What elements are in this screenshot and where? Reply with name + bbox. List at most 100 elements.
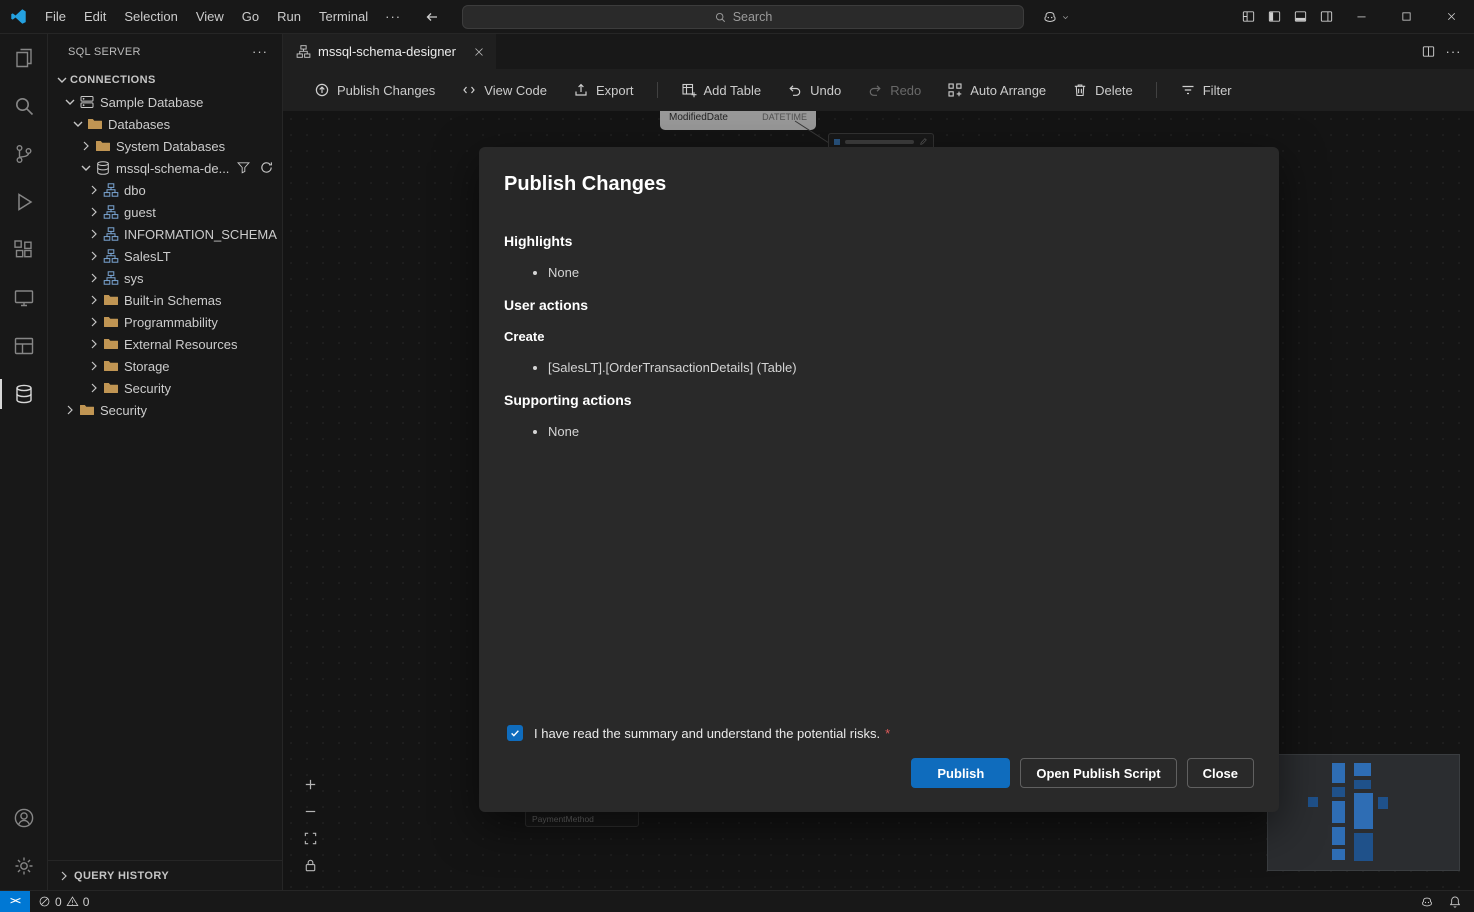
tree-item-dbo[interactable]: dbo xyxy=(48,179,282,201)
toggle-sidebar-left-icon[interactable] xyxy=(1261,0,1287,34)
view-code-icon xyxy=(461,82,477,98)
minimap-table-block xyxy=(1354,833,1373,861)
create-item: [SalesLT].[OrderTransactionDetails] (Tab… xyxy=(548,359,1254,377)
activity-search-icon[interactable] xyxy=(0,82,48,130)
toggle-panel-bottom-icon[interactable] xyxy=(1287,0,1313,34)
split-editor-icon[interactable] xyxy=(1416,35,1441,69)
window-close-button[interactable] xyxy=(1429,0,1474,34)
vscode-logo-icon xyxy=(0,8,36,25)
sidebar-more-actions-button[interactable]: ··· xyxy=(252,44,268,59)
activity-extensions-icon[interactable] xyxy=(0,226,48,274)
toolbar-add-table-button[interactable]: Add Table xyxy=(668,76,775,104)
toolbar-publish-changes-button[interactable]: Publish Changes xyxy=(301,76,448,104)
copilot-status-icon[interactable] xyxy=(1420,895,1434,909)
tree-item-saleslt[interactable]: SalesLT xyxy=(48,245,282,267)
menu-terminal[interactable]: Terminal xyxy=(310,0,377,34)
create-heading: Create xyxy=(504,329,1254,344)
tree-item-built-in-schemas[interactable]: Built-in Schemas xyxy=(48,289,282,311)
menubar-more-button[interactable]: ··· xyxy=(377,9,409,24)
toolbar-label: Auto Arrange xyxy=(970,83,1046,98)
schema-icon xyxy=(103,182,119,198)
activity-run-and-debug-icon[interactable] xyxy=(0,178,48,226)
close-button[interactable]: Close xyxy=(1187,758,1254,788)
toolbar-undo-button[interactable]: Undo xyxy=(774,76,854,104)
fit-view-icon[interactable] xyxy=(301,829,319,847)
toggle-sidebar-right-icon[interactable] xyxy=(1313,0,1339,34)
user-actions-heading: User actions xyxy=(504,297,1254,313)
tree-item-security[interactable]: Security xyxy=(48,399,282,421)
chevron-down-icon xyxy=(1061,13,1070,22)
chevron-right-icon xyxy=(86,204,102,220)
dialog-title: Publish Changes xyxy=(504,173,1254,196)
tree-item-connections[interactable]: CONNECTIONS xyxy=(48,69,282,91)
tree-item-sample-database[interactable]: Sample Database xyxy=(48,91,282,113)
tree-item-label: CONNECTIONS xyxy=(70,74,156,86)
tree-item-mssql-schema-de[interactable]: mssql-schema-de... xyxy=(48,157,282,179)
window-maximize-button[interactable] xyxy=(1384,0,1429,34)
risk-acknowledgement-label: I have read the summary and understand t… xyxy=(534,726,880,741)
filter-icon[interactable] xyxy=(236,160,252,176)
tree-item-security[interactable]: Security xyxy=(48,377,282,399)
diagram-minimap[interactable] xyxy=(1267,754,1460,871)
zoom-in-icon[interactable] xyxy=(301,775,319,793)
tree-item-programmability[interactable]: Programmability xyxy=(48,311,282,333)
tree-item-label: SalesLT xyxy=(124,249,171,264)
toolbar-redo-button[interactable]: Redo xyxy=(854,76,934,104)
toolbar-filter-button[interactable]: Filter xyxy=(1167,76,1245,104)
back-arrow-icon[interactable] xyxy=(421,6,443,28)
delete-icon xyxy=(1072,82,1088,98)
settings-icon[interactable] xyxy=(0,842,48,890)
toolbar-label: Delete xyxy=(1095,83,1133,98)
tab-close-icon[interactable] xyxy=(472,45,486,59)
toolbar-delete-button[interactable]: Delete xyxy=(1059,76,1146,104)
refresh-icon[interactable] xyxy=(259,160,275,176)
window-minimize-button[interactable] xyxy=(1339,0,1384,34)
menu-run[interactable]: Run xyxy=(268,0,310,34)
account-icon[interactable] xyxy=(0,794,48,842)
command-center-search[interactable]: Search xyxy=(462,5,1024,29)
copilot-button[interactable] xyxy=(1036,5,1076,29)
tree-item-guest[interactable]: guest xyxy=(48,201,282,223)
minimap-table-block xyxy=(1332,763,1345,783)
open-publish-script-button[interactable]: Open Publish Script xyxy=(1020,758,1176,788)
activity-remote-explorer-icon[interactable] xyxy=(0,274,48,322)
customize-layout-icon[interactable] xyxy=(1235,0,1261,34)
remote-indicator[interactable]: >< xyxy=(0,891,30,912)
tree-item-sys[interactable]: sys xyxy=(48,267,282,289)
activity-source-control-icon[interactable] xyxy=(0,130,48,178)
tree-item-databases[interactable]: Databases xyxy=(48,113,282,135)
menu-selection[interactable]: Selection xyxy=(115,0,186,34)
activity-explorer-icon[interactable] xyxy=(0,34,48,82)
toolbar-view-code-button[interactable]: View Code xyxy=(448,76,560,104)
tree-item-information-schema[interactable]: INFORMATION_SCHEMA xyxy=(48,223,282,245)
toolbar-auto-arrange-button[interactable]: Auto Arrange xyxy=(934,76,1059,104)
problems-status[interactable]: 0 0 xyxy=(30,895,97,909)
menu-view[interactable]: View xyxy=(187,0,233,34)
schema-designer-canvas[interactable]: ModifiedDate DATETIME PaymentMethod xyxy=(283,111,1474,890)
toolbar-label: Publish Changes xyxy=(337,83,435,98)
publish-changes-icon xyxy=(314,82,330,98)
menu-edit[interactable]: Edit xyxy=(75,0,115,34)
notifications-bell-icon[interactable] xyxy=(1448,895,1462,909)
editor-more-actions-icon[interactable]: ··· xyxy=(1441,35,1466,69)
publish-button[interactable]: Publish xyxy=(911,758,1010,788)
dialog-buttons: Publish Open Publish Script Close xyxy=(504,758,1254,788)
activity-panel-layout-icon[interactable] xyxy=(0,322,48,370)
query-history-section[interactable]: QUERY HISTORY xyxy=(48,860,282,890)
tab-mssql-schema-designer[interactable]: mssql-schema-designer xyxy=(283,34,496,69)
toolbar-export-button[interactable]: Export xyxy=(560,76,647,104)
tree-item-system-databases[interactable]: System Databases xyxy=(48,135,282,157)
tab-bar-actions: ··· xyxy=(1416,34,1474,69)
risk-acknowledgement-checkbox[interactable] xyxy=(507,725,523,741)
activity-sql-server-icon[interactable] xyxy=(0,370,48,418)
zoom-out-icon[interactable] xyxy=(301,802,319,820)
tree-item-storage[interactable]: Storage xyxy=(48,355,282,377)
folder-icon xyxy=(103,358,119,374)
lock-icon[interactable] xyxy=(301,856,319,874)
menu-file[interactable]: File xyxy=(36,0,75,34)
menu-go[interactable]: Go xyxy=(233,0,268,34)
chevron-right-icon xyxy=(56,868,72,884)
tree-item-external-resources[interactable]: External Resources xyxy=(48,333,282,355)
copilot-icon xyxy=(1042,9,1058,25)
chevron-right-icon xyxy=(86,270,102,286)
